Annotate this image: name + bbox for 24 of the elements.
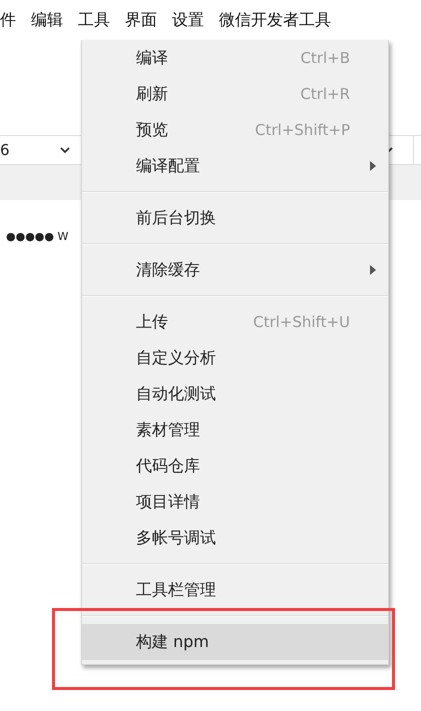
menu-item[interactable]: 自动化测试 (82, 376, 388, 412)
chevron-down-icon (60, 146, 70, 154)
menu-bar-item[interactable]: 件 (0, 10, 16, 30)
menu-item[interactable]: 刷新 Ctrl+R (82, 76, 388, 112)
menu-bar-item[interactable]: 工具 (78, 10, 110, 30)
menu-item[interactable]: 编译配置 (82, 148, 388, 184)
menu-item[interactable]: 清除缓存 (82, 252, 388, 288)
menu-item[interactable]: 编译 Ctrl+B (82, 40, 388, 76)
menu-item[interactable]: 前后台切换 (82, 200, 388, 236)
menu-item[interactable]: 多帐号调试 (82, 520, 388, 556)
menu-item[interactable]: 自定义分析 (82, 340, 388, 376)
menu-bar-item[interactable]: 设置 (172, 10, 204, 30)
status-text: ●●●●● W (6, 230, 68, 243)
menu-bar-item[interactable]: 微信开发者工具 (219, 10, 331, 30)
dropdown-select[interactable]: 6 (0, 136, 78, 164)
menu-item[interactable]: 构建 npm (82, 624, 388, 660)
menu-item[interactable]: 代码仓库 (82, 448, 388, 484)
menu-bar-item[interactable]: 编辑 (31, 10, 63, 30)
menu-item[interactable]: 项目详情 (82, 484, 388, 520)
menu-item[interactable]: 预览 Ctrl+Shift+P (82, 112, 388, 148)
menu-item[interactable]: 工具栏管理 (82, 572, 388, 608)
menu-item[interactable]: 上传 Ctrl+Shift+U (82, 304, 388, 340)
menu-bar-item[interactable]: 界面 (125, 10, 157, 30)
menu-item[interactable]: 素材管理 (82, 412, 388, 448)
